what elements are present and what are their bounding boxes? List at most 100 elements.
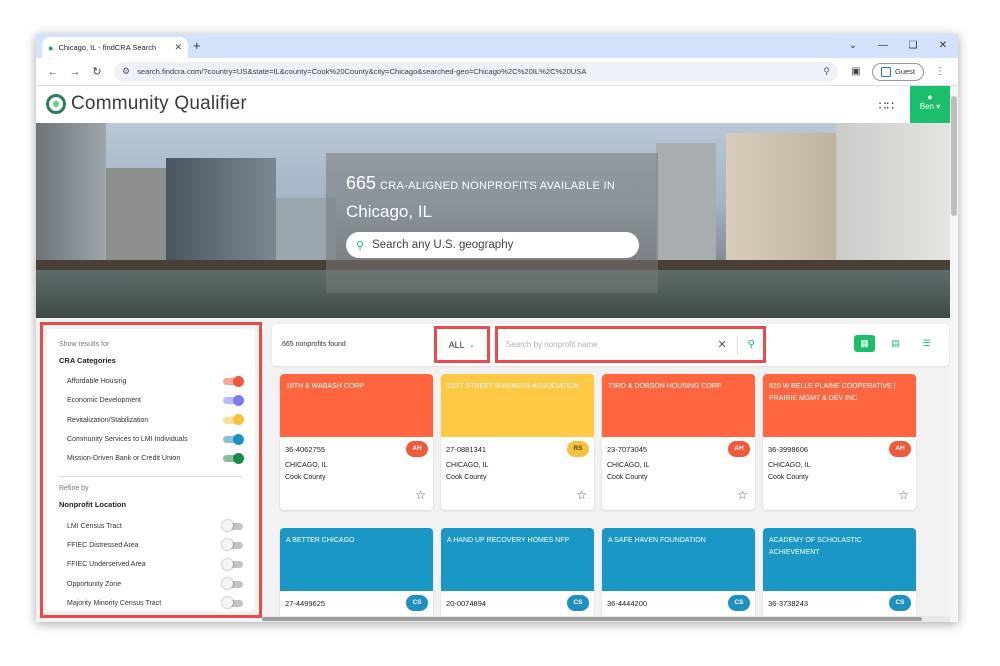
app-logo[interactable]: Community Qualifier [46, 93, 247, 115]
nonprofit-name[interactable]: 820 W BELLE PLAINE COOPERATIVE | PRAIRIE… [763, 374, 916, 437]
refine-by-hint: Refine by [59, 485, 89, 493]
nonprofit-name[interactable]: ACADEMY OF SCHOLASTIC ACHIEVEMENT [763, 528, 916, 591]
list-view-icon[interactable]: ☰ [916, 335, 937, 352]
category-toggle[interactable] [223, 375, 244, 387]
location-filter-item[interactable]: Opportunity Zone [59, 574, 243, 593]
hero-count: 665 CRA-ALIGNED NONPROFITS AVAILABLE IN [346, 173, 638, 194]
clear-search-icon[interactable]: ✕ [717, 338, 726, 351]
category-toggle[interactable] [223, 394, 244, 406]
site-settings-icon[interactable]: ⚙ [122, 66, 130, 77]
nonprofit-name[interactable]: 51ST STREET BUSINESS ASSOCIATION [441, 374, 594, 437]
hero-banner: 665 CRA-ALIGNED NONPROFITS AVAILABLE IN C… [36, 123, 958, 318]
window-controls: ⌄ — ❏ ✕ [838, 34, 958, 58]
cra-category-item[interactable]: Mission-Driven Bank or Credit Union [59, 449, 244, 468]
toggle-knob [222, 558, 233, 570]
cra-category-item[interactable]: Revitalization/Stabilization [59, 411, 244, 430]
nonprofit-name[interactable]: A HAND UP RECOVERY HOMES NFP [441, 528, 594, 591]
table-view-icon[interactable]: ▤ [885, 335, 906, 352]
location-filter-item[interactable]: LMI Census Tract [59, 516, 243, 535]
nonprofit-card[interactable]: A SAFE HAVEN FOUNDATION 36-4444200 CS [602, 528, 755, 622]
category-toggle[interactable] [223, 433, 244, 445]
cra-category-item[interactable]: Community Services to LMI Individuals [59, 430, 244, 449]
horizontal-scrollbar[interactable] [262, 616, 950, 622]
scrollbar-thumb[interactable] [951, 96, 957, 216]
location-filter-label: FFIEC Distressed Area [67, 541, 139, 549]
toggle-knob [233, 375, 244, 387]
category-badge: CS [406, 595, 428, 611]
location-toggle[interactable] [222, 597, 243, 609]
nonprofit-name[interactable]: 73RD & DOBSON HOUSING CORP [602, 374, 755, 437]
cra-category-item[interactable]: Economic Development [59, 391, 244, 410]
reload-icon[interactable]: ↻ [86, 65, 108, 78]
nonprofit-search-input[interactable] [506, 340, 718, 349]
vertical-scrollbar[interactable] [950, 86, 958, 622]
category-badge: AH [406, 441, 428, 457]
cra-categories-title: CRA Categories [59, 356, 116, 365]
filter-panel: Show results for CRA Categories Affordab… [47, 329, 255, 611]
location-toggle[interactable] [222, 578, 243, 590]
star-icon[interactable]: ☆ [737, 488, 748, 502]
nonprofit-name[interactable]: A SAFE HAVEN FOUNDATION [602, 528, 755, 591]
address-bar[interactable]: ⚙ search.findcra.com/?country=US&state=I… [114, 61, 838, 82]
location-toggle[interactable] [222, 539, 243, 551]
geography-search-input[interactable]: ⚲ Search any U.S. geography [346, 232, 639, 258]
nonprofit-card[interactable]: ACADEMY OF SCHOLASTIC ACHIEVEMENT 36-3738… [763, 528, 916, 622]
restore-icon[interactable]: ❏ [898, 34, 928, 58]
toggle-knob [222, 520, 233, 532]
nonprofit-card[interactable]: 51ST STREET BUSINESS ASSOCIATION 27-08813… [441, 374, 594, 510]
zoom-icon[interactable]: ⚲ [823, 66, 830, 77]
new-tab-icon[interactable]: + [193, 38, 201, 53]
url-text: search.findcra.com/?country=US&state=IL&… [137, 67, 587, 76]
profile-button[interactable]: Guest [871, 62, 924, 81]
nonprofit-card[interactable]: 18TH & WABASH CORP 36-4062755 AH CHICAGO, I… [280, 374, 433, 510]
search-icon[interactable]: ⚲ [748, 339, 755, 350]
grid-view-icon[interactable]: ▦ [854, 335, 875, 352]
close-window-icon[interactable]: ✕ [928, 34, 958, 58]
chevron-down-icon[interactable]: ⌄ [838, 34, 868, 58]
nonprofit-location: CHICAGO, IL Cook County [768, 460, 810, 484]
nonprofit-card[interactable]: 73RD & DOBSON HOUSING CORP 23-7073045 AH CH… [602, 374, 755, 510]
browser-tab[interactable]: ● Chicago, IL - findCRA Search ✕ [42, 37, 188, 58]
location-toggle[interactable] [222, 520, 243, 532]
nonprofit-card[interactable]: A BETTER CHICAGO 27-4499625 CS [280, 528, 433, 622]
more-menu-icon[interactable]: ⋮ [928, 66, 952, 77]
category-badge: AH [889, 441, 911, 457]
location-filter-item[interactable]: Majority Minority Census Tract [59, 594, 243, 611]
category-filter-dropdown[interactable]: ALL ⌄ [434, 326, 490, 363]
close-tab-icon[interactable]: ✕ [174, 42, 182, 53]
star-icon[interactable]: ☆ [576, 488, 587, 502]
divider [736, 334, 738, 355]
minimize-icon[interactable]: — [868, 34, 898, 58]
forward-icon[interactable]: → [64, 66, 86, 78]
location-filter-item[interactable]: FFIEC Distressed Area [59, 536, 243, 555]
nonprofit-city: CHICAGO, IL [768, 462, 811, 469]
location-filter-label: FFIEC Underserved Area [67, 561, 146, 569]
star-icon[interactable]: ☆ [898, 488, 909, 502]
cra-category-item[interactable]: Affordable Housing [59, 372, 244, 391]
nonprofit-name[interactable]: 18TH & WABASH CORP [280, 374, 433, 437]
nonprofit-county: Cook County [768, 474, 809, 481]
cra-category-label: Economic Development [67, 397, 141, 405]
caret-down-icon: ▾ [933, 102, 941, 111]
back-icon[interactable]: ← [42, 66, 64, 78]
location-filter-list: LMI Census Tract FFIEC Distressed Area FFI… [59, 516, 243, 611]
scrollbar-thumb[interactable] [262, 617, 922, 621]
nonprofit-name[interactable]: A BETTER CHICAGO [280, 528, 433, 591]
star-icon[interactable]: ☆ [415, 488, 426, 502]
apps-grid-icon[interactable]: ∷∷ [879, 99, 894, 113]
location-toggle[interactable] [222, 558, 243, 570]
category-toggle[interactable] [223, 452, 244, 464]
nonprofit-card[interactable]: A HAND UP RECOVERY HOMES NFP 20-0074894 CS [441, 528, 594, 622]
location-filter-label: Majority Minority Census Tract [67, 599, 162, 607]
search-icon: ⚲ [356, 239, 365, 252]
nonprofit-city: CHICAGO, IL [446, 462, 489, 469]
nonprofit-card[interactable]: 820 W BELLE PLAINE COOPERATIVE | PRAIRIE… [763, 374, 916, 510]
cast-icon[interactable]: ▣ [844, 66, 868, 77]
user-menu-button[interactable]: ● Ben ▾ [910, 86, 950, 123]
map-pin-icon: ● [48, 42, 54, 53]
results-toolbar: 665 nonprofits found ALL ⌄ ✕ ⚲ ▦ ▤ ☰ [272, 324, 949, 366]
location-filter-item[interactable]: FFIEC Underserved Area [59, 555, 243, 574]
nonprofit-city: CHICAGO, IL [285, 462, 328, 469]
cra-category-label: Revitalization/Stabilization [67, 416, 149, 424]
category-toggle[interactable] [223, 414, 244, 426]
